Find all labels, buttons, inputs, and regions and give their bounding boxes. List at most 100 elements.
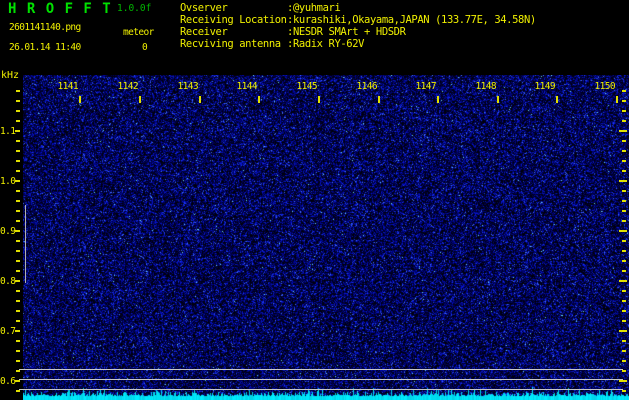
freq-major-tick-right [619,130,627,132]
spectrogram-canvas [23,75,629,400]
time-tick-mark [497,96,499,103]
info-value: @yuhmari [293,2,340,14]
time-tick-mark [378,96,380,103]
freq-minor-tick-left [16,390,20,392]
observer-info-block: Ovserver: @yuhmari Receiving Location: kur… [180,2,536,50]
freq-major-tick-left [15,330,20,332]
left-edge-marker-line [25,205,26,283]
time-tick-mark [318,96,320,103]
info-label: Receiving Location [180,14,287,26]
reference-line [19,369,623,370]
freq-minor-tick-right [622,390,626,392]
freq-minor-tick-left [16,160,20,162]
freq-minor-tick-left [16,90,20,92]
time-tick-mark [199,96,201,103]
info-label: Receiver [180,26,287,38]
freq-minor-tick-left [16,270,20,272]
time-tick-label: 1145 [295,81,317,92]
app-version: 1.0.0f [117,3,151,14]
reference-line [19,389,623,390]
freq-minor-tick-left [16,220,20,222]
info-label: Ovserver [180,2,287,14]
freq-minor-tick-right [622,90,626,92]
freq-minor-tick-left [16,150,20,152]
time-tick-mark [79,96,81,103]
freq-minor-tick-right [622,120,626,122]
freq-minor-tick-right [622,360,626,362]
time-tick-mark [139,96,141,103]
output-filename: 2601141140.png [9,22,81,33]
freq-minor-tick-right [622,310,626,312]
hrofft-screen: H R O F F T 1.0.0f 2601141140.png meteor… [0,0,629,400]
freq-minor-tick-left [16,300,20,302]
freq-minor-tick-right [622,290,626,292]
freq-major-tick-right [619,180,627,182]
freq-minor-tick-left [16,360,20,362]
freq-minor-tick-left [16,370,20,372]
time-tick-label: 1143 [176,81,198,92]
freq-minor-tick-right [622,160,626,162]
freq-minor-tick-left [16,350,20,352]
time-tick-label: 1150 [593,81,615,92]
freq-minor-tick-left [16,120,20,122]
freq-major-tick-right [619,380,627,382]
freq-minor-tick-right [622,220,626,222]
info-value: Radix RY-62V [293,38,364,50]
freq-minor-tick-right [622,110,626,112]
freq-major-tick-right [619,330,627,332]
y-axis-unit-label: kHz [1,70,19,81]
time-tick-label: 1142 [116,81,138,92]
freq-minor-tick-right [622,300,626,302]
info-line-location: Receiving Location: kurashiki,Okayama,JAP… [180,14,536,26]
freq-minor-tick-right [622,320,626,322]
freq-tick-label: 1.1 [0,126,15,137]
freq-minor-tick-right [622,260,626,262]
time-tick-mark [437,96,439,103]
freq-minor-tick-left [16,250,20,252]
info-value: NESDR SMArt + HDSDR [293,26,406,38]
time-tick-label: 1144 [235,81,257,92]
time-tick-mark [258,96,260,103]
freq-minor-tick-left [16,310,20,312]
info-line-observer: Ovserver: @yuhmari [180,2,536,14]
time-tick-mark [556,96,558,103]
freq-minor-tick-right [622,170,626,172]
info-line-receiver: Receiver: NESDR SMArt + HDSDR [180,26,536,38]
freq-minor-tick-left [16,200,20,202]
freq-minor-tick-left [16,140,20,142]
freq-tick-label: 0.6 [0,376,15,387]
freq-tick-label: 0.7 [0,326,15,337]
freq-minor-tick-left [16,100,20,102]
app-title: H R O F F T [8,1,112,17]
freq-minor-tick-left [16,290,20,292]
time-tick-mark [616,96,618,103]
freq-major-tick-left [15,180,20,182]
freq-tick-label: 1.0 [0,176,15,187]
time-tick-label: 1148 [474,81,496,92]
freq-minor-tick-right [622,350,626,352]
freq-major-tick-left [15,280,20,282]
freq-tick-label: 0.8 [0,276,15,287]
freq-major-tick-right [619,280,627,282]
freq-minor-tick-right [622,200,626,202]
freq-minor-tick-left [16,260,20,262]
time-tick-label: 1141 [56,81,78,92]
freq-minor-tick-right [622,250,626,252]
freq-major-tick-left [15,230,20,232]
datetime-label: 26.01.14 11:40 [9,42,81,53]
freq-major-tick-right [619,230,627,232]
info-line-antenna: Recviving antenna: Radix RY-62V [180,38,536,50]
freq-tick-label: 0.9 [0,226,15,237]
freq-minor-tick-right [622,190,626,192]
freq-major-tick-left [15,130,20,132]
freq-major-tick-left [15,380,20,382]
freq-minor-tick-right [622,150,626,152]
freq-minor-tick-right [622,270,626,272]
freq-minor-tick-left [16,210,20,212]
freq-minor-tick-left [16,240,20,242]
info-label: Recviving antenna [180,38,287,50]
info-value: kurashiki,Okayama,JAPAN (133.77E, 34.58N… [293,14,536,26]
freq-minor-tick-right [622,210,626,212]
freq-minor-tick-left [16,170,20,172]
freq-minor-tick-right [622,100,626,102]
